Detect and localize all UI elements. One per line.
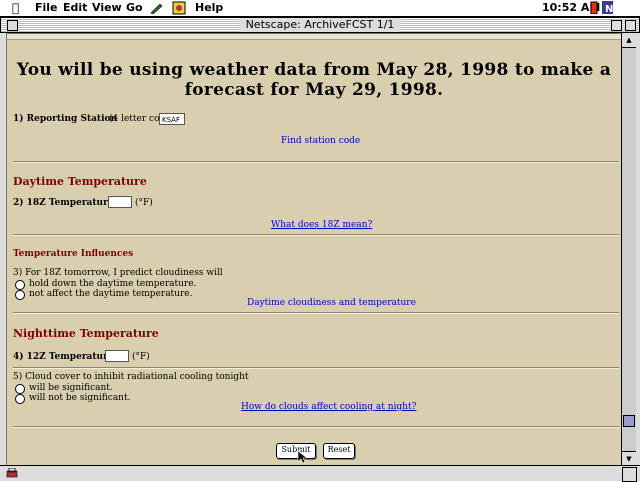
app-icon[interactable] [172,1,186,15]
title-bar[interactable]: Netscape: ArchiveFCST 1/1 [0,17,640,33]
menu-view[interactable]: View [92,1,122,14]
browser-window: Netscape: ArchiveFCST 1/1 You will be us… [0,17,640,482]
influences-heading: Temperature Influences [13,249,134,259]
divider [13,312,619,314]
collapse-box[interactable] [625,20,636,31]
q2-unit: (°F) [135,198,153,208]
clouds-cooling-link[interactable]: How do clouds affect cooling at night? [241,402,416,412]
submit-button[interactable]: Submit [276,443,316,459]
scroll-thumb[interactable] [623,415,635,427]
q3-option-2: not affect the daytime temperature. [29,289,193,299]
station-input[interactable]: KSAF [159,113,185,125]
page-content: You will be using weather data from May … [6,33,622,467]
pen-icon[interactable] [150,2,164,14]
divider [13,426,619,428]
nighttime-heading: Nighttime Temperature [13,327,159,340]
find-station-link[interactable]: Find station code [281,136,360,146]
cooling-not-significant-radio[interactable] [15,394,25,404]
close-box[interactable] [7,20,18,31]
station-label: 1) Reporting Station [13,114,118,124]
q5-option-1: will be significant. [29,383,113,393]
zoom-box[interactable] [611,20,622,31]
cloud-no-effect-radio[interactable] [15,290,25,300]
reset-button[interactable]: Reset [323,443,355,459]
page-heading: You will be using weather data from May … [16,60,612,100]
menu-edit[interactable]: Edit [63,1,87,14]
q4-unit: (°F) [132,352,150,362]
top-strip [7,34,621,40]
divider [13,367,619,369]
apple-icon[interactable]:  [12,1,19,15]
daytime-cloudiness-link[interactable]: Daytime cloudiness and temperature [247,298,416,308]
menu-help[interactable]: Help [195,1,223,14]
q4-label: 4) 12Z Temperature [13,352,114,362]
q2-label: 2) 18Z Temperature: [13,198,117,208]
q5-option-2: will not be significant. [29,393,131,403]
security-lock-icon[interactable] [6,468,18,478]
menu-file[interactable]: File [35,1,58,14]
temperature-18z-input[interactable] [108,196,132,208]
q5-text: 5) Cloud cover to inhibit radiational co… [13,372,249,382]
cloud-hold-radio[interactable] [15,280,25,290]
window-title: Netscape: ArchiveFCST 1/1 [239,18,401,32]
vertical-scrollbar[interactable]: ▲ ▼ [621,32,636,467]
q3-text: 3) For 18Z tomorrow, I predict cloudines… [13,268,223,278]
menu-go[interactable]: Go [126,1,143,14]
cooling-significant-radio[interactable] [15,384,25,394]
status-bar [0,465,640,482]
mouse-cursor-icon [297,450,307,464]
daytime-heading: Daytime Temperature [13,175,147,188]
q3-option-1: hold down the daytime temperature. [29,279,197,289]
divider [13,161,619,163]
menu-bar:  File Edit View Go Help 10:52 AM N [0,0,640,17]
netscape-icon[interactable]: N [602,1,613,14]
svg-text:N: N [605,4,613,14]
temperature-12z-input[interactable] [105,350,129,362]
scroll-up-arrow-icon[interactable]: ▲ [622,32,636,48]
battery-icon [590,1,598,14]
divider [13,234,619,236]
what-18z-link[interactable]: What does 18Z mean? [271,220,372,230]
